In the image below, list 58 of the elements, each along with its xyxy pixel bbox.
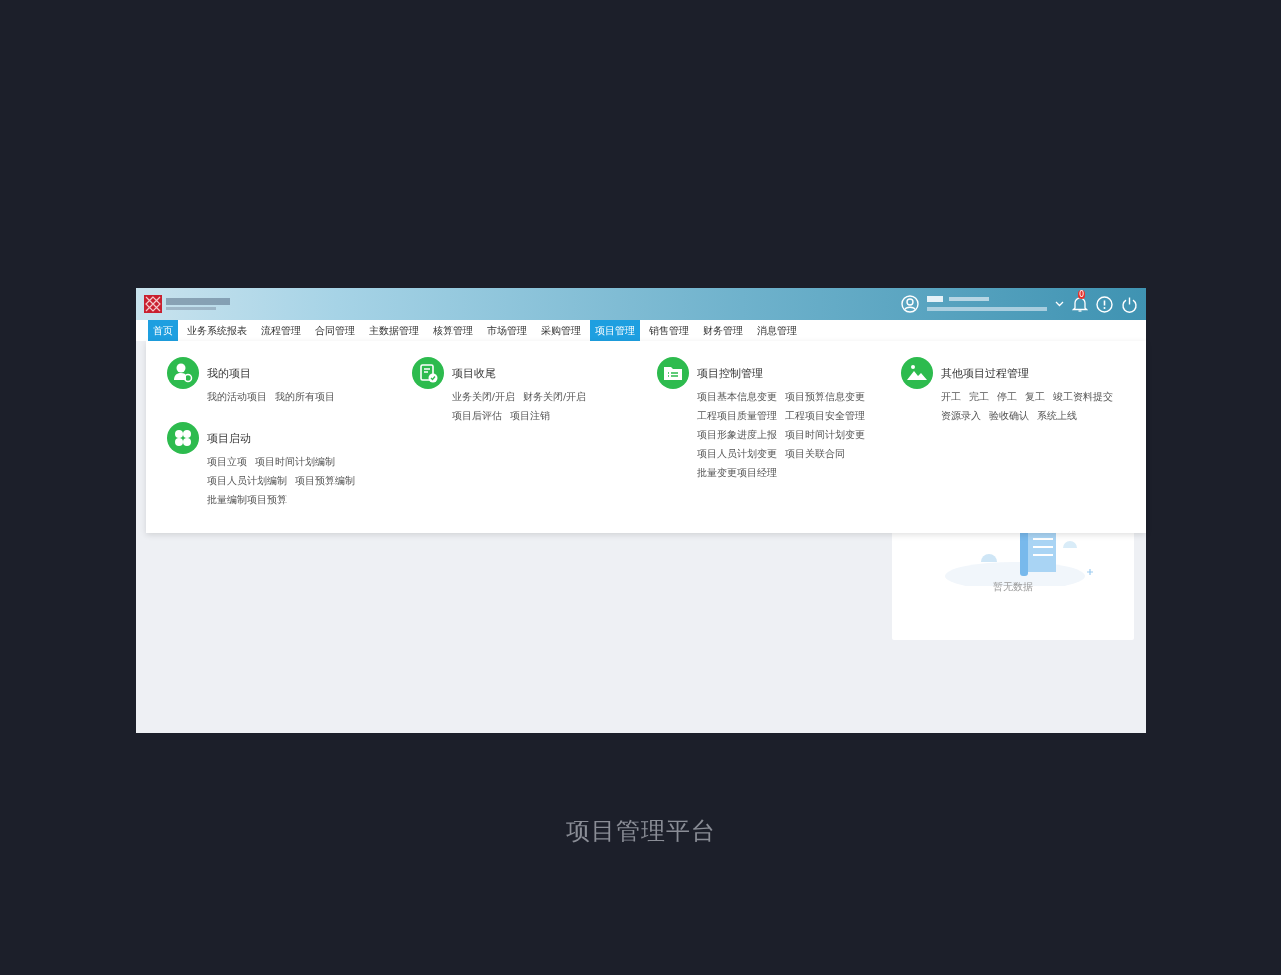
menu-link[interactable]: 项目人员计划变更 (696, 444, 777, 463)
nav-tab[interactable]: 业务系统报表 (182, 320, 252, 341)
menu-group-title: 项目收尾 (451, 366, 497, 381)
menu-link[interactable]: 完工 (969, 387, 990, 406)
menu-link[interactable]: 验收确认 (989, 406, 1030, 425)
menu-link[interactable]: 项目预算信息变更 (784, 387, 865, 406)
logo-icon (144, 295, 162, 313)
menu-group-title: 项目控制管理 (696, 366, 764, 381)
nav-tab[interactable]: 市场管理 (482, 320, 532, 341)
menu-link[interactable]: 项目立项 (207, 452, 247, 471)
image-icon (901, 357, 934, 389)
menu-link[interactable]: 项目时间计划变更 (784, 425, 865, 444)
menu-link[interactable]: 项目预算编制 (295, 471, 355, 490)
menu-link[interactable]: 财务关闭/开启 (522, 387, 587, 406)
menu-link[interactable]: 资源录入 (941, 406, 982, 425)
redacted-logo-text (166, 297, 230, 311)
menu-group-title: 其他项目过程管理 (941, 366, 1031, 381)
power-icon[interactable] (1121, 295, 1138, 313)
caret-icon[interactable] (1055, 301, 1064, 307)
menu-link[interactable]: 竣工资料提交 (1053, 387, 1114, 406)
menu-link[interactable]: 批量变更项目经理 (696, 463, 777, 482)
caption: 项目管理平台 (564, 816, 717, 847)
nav-tab[interactable]: 财务管理 (698, 320, 748, 341)
nav-tab[interactable]: 流程管理 (256, 320, 306, 341)
menu-link[interactable]: 系统上线 (1037, 406, 1078, 425)
menu-link[interactable]: 工程项目安全管理 (784, 406, 865, 425)
menu-link[interactable]: 停工 (997, 387, 1018, 406)
info-icon[interactable] (1096, 295, 1113, 313)
menu-link[interactable]: 业务关闭/开启 (451, 387, 515, 406)
menu-link[interactable]: 项目时间计划编制 (255, 452, 335, 471)
menu-link[interactable]: 复工 (1025, 387, 1046, 406)
menu-link[interactable]: 项目人员计划编制 (207, 471, 287, 490)
menu-group-title: 项目启动 (207, 431, 252, 446)
folder-icon (656, 357, 689, 389)
nav-tab[interactable]: 销售管理 (644, 320, 694, 341)
nav-tab[interactable]: 主数据管理 (364, 320, 424, 341)
menu-link[interactable]: 批量编制项目预算 (207, 490, 287, 509)
menu-link[interactable]: 工程项目质量管理 (696, 406, 777, 425)
bell-icon[interactable] (1072, 295, 1088, 313)
person-icon (167, 357, 199, 389)
nav-tab[interactable]: 合同管理 (310, 320, 360, 341)
nav-tab[interactable]: 核算管理 (428, 320, 478, 341)
menu-link[interactable]: 项目基本信息变更 (696, 387, 777, 406)
menu-link[interactable]: 项目关联合同 (784, 444, 845, 463)
user-avatar-icon[interactable] (901, 295, 919, 313)
menu-link[interactable]: 项目注销 (509, 406, 550, 425)
menu-link[interactable]: 开工 (941, 387, 962, 406)
nav-tab[interactable]: 采购管理 (536, 320, 586, 341)
menu-link[interactable]: 项目后评估 (451, 406, 502, 425)
menu-group-title: 我的项目 (207, 366, 252, 381)
empty-message: 暂无数据 (993, 580, 1033, 594)
clover-icon (167, 422, 199, 454)
menu-link[interactable]: 我的活动项目 (207, 387, 267, 406)
nav-tab[interactable]: 消息管理 (752, 320, 802, 341)
checklist-icon (411, 357, 444, 389)
menu-link[interactable]: 项目形象进度上报 (696, 425, 777, 444)
menu-link[interactable]: 我的所有项目 (275, 387, 335, 406)
notification-badge: 0 (1078, 290, 1086, 299)
